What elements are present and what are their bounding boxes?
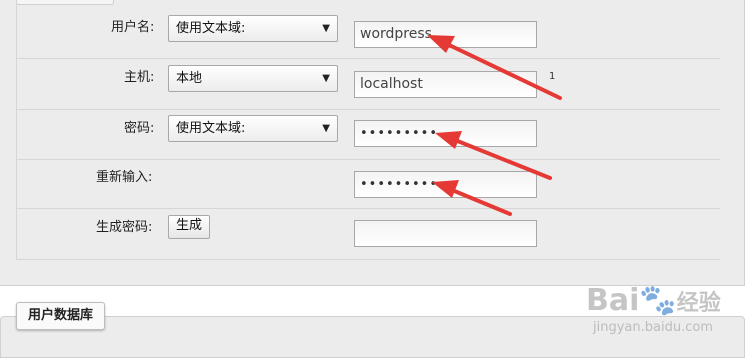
arrow-icon bbox=[435, 131, 552, 180]
watermark-brand: Bai bbox=[586, 283, 640, 318]
paw-icon: 🐾 bbox=[639, 283, 677, 318]
arrow-icon bbox=[427, 35, 562, 100]
watermark-url: jingyan.baidu.com bbox=[593, 320, 713, 335]
watermark-brand-2: 经验 bbox=[676, 291, 721, 316]
arrow-icon bbox=[432, 180, 512, 216]
baidu-watermark-logo: Bai🐾经验 bbox=[586, 283, 721, 318]
